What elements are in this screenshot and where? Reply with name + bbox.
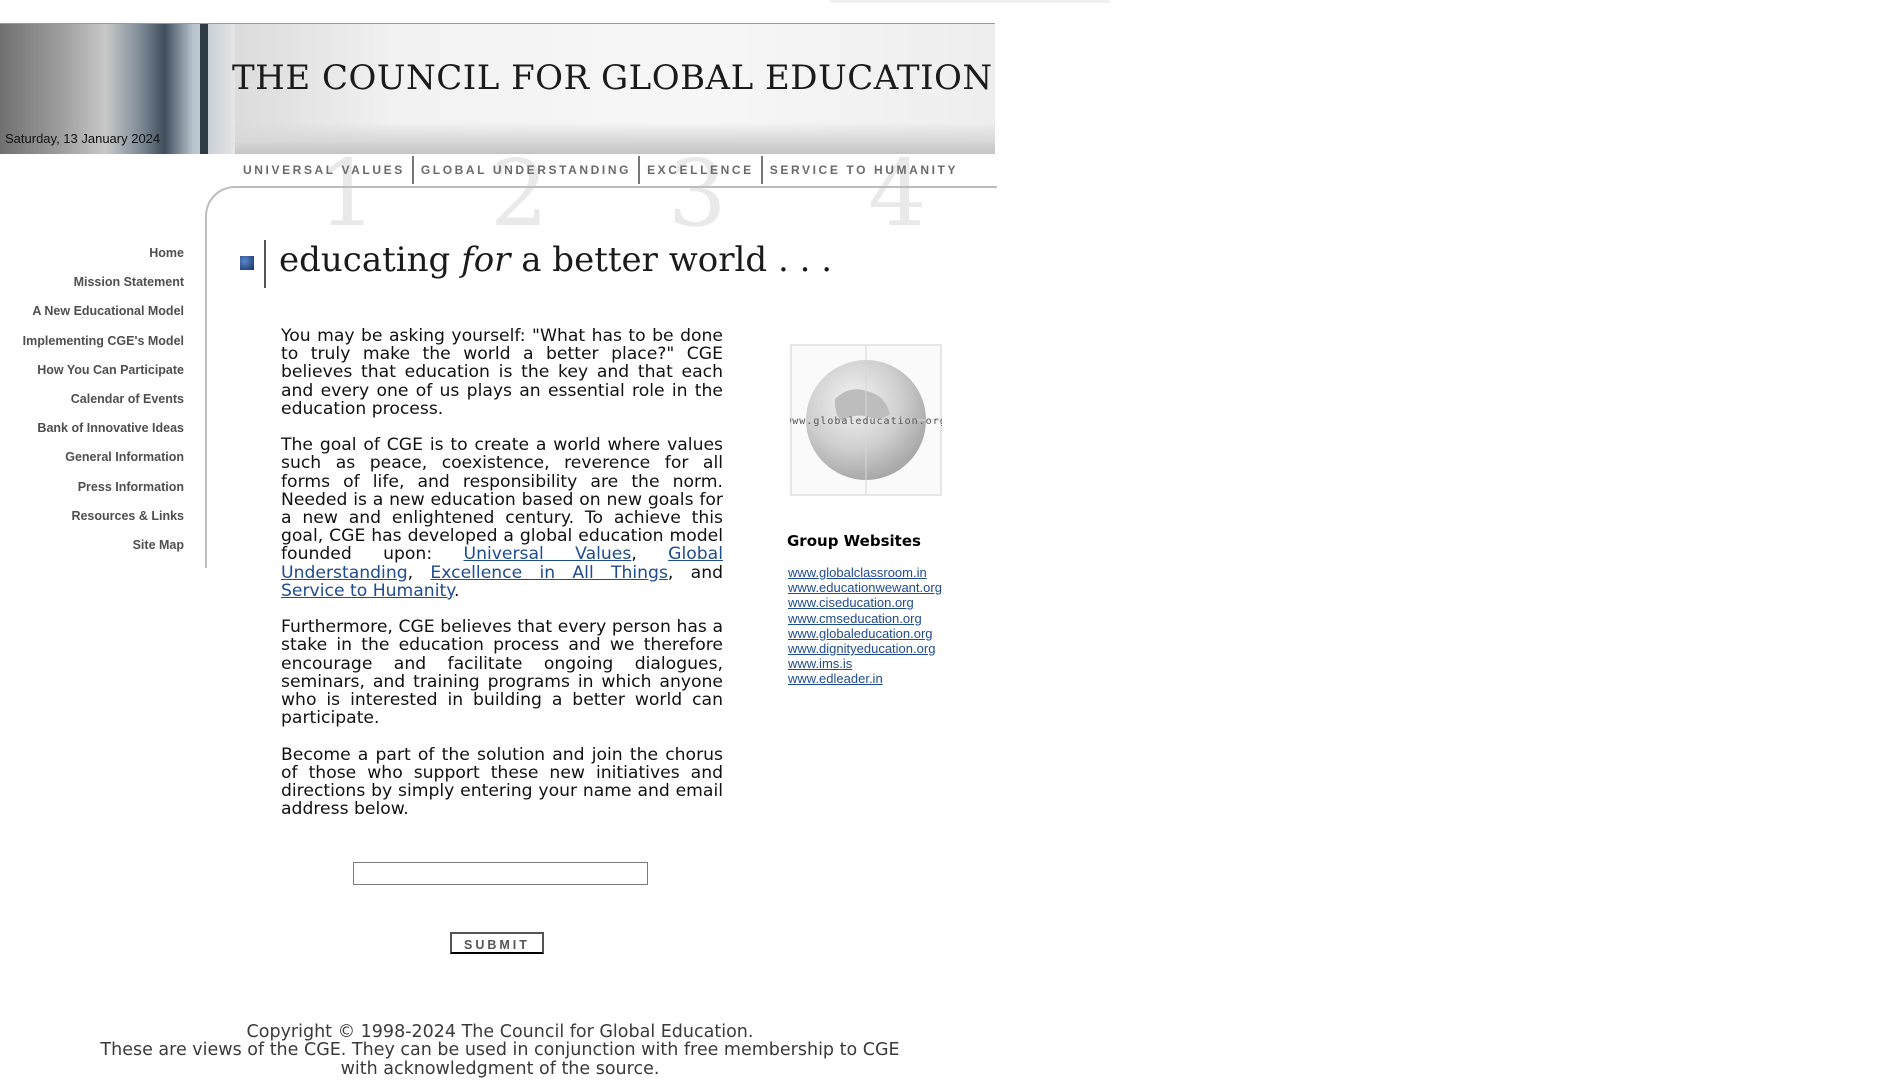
email-field[interactable] <box>353 862 648 885</box>
group-link-edleader[interactable]: www.edleader.in <box>788 671 942 686</box>
intro-paragraph: You may be asking yourself: "What has to… <box>281 326 723 419</box>
group-link-globaleducation[interactable]: www.globaleducation.org <box>788 626 942 641</box>
logo-url-text: www.globaleducation.org <box>790 416 942 427</box>
nav-item-press-information[interactable]: Press Information <box>0 477 184 506</box>
link-universal-values[interactable]: Universal Values <box>463 544 631 564</box>
main-content: You may be asking yourself: "What has to… <box>281 327 723 837</box>
footer-notice: These are views of the CGE. They can be … <box>100 1040 900 1061</box>
tagline-part2: for <box>461 240 511 280</box>
left-nav: Home Mission Statement A New Educational… <box>0 243 184 564</box>
nav-item-implementing-model[interactable]: Implementing CGE's Model <box>0 331 184 360</box>
participation-paragraph: Furthermore, CGE believes that every per… <box>281 617 723 729</box>
nav-item-bank-of-ideas[interactable]: Bank of Innovative Ideas <box>0 418 184 447</box>
group-link-dignityeducation[interactable]: www.dignityeducation.org <box>788 641 942 656</box>
goal-sep-2: , <box>407 562 431 583</box>
footer-copyright: Copyright © 1998-2024 The Council for Gl… <box>246 1022 754 1042</box>
goal-paragraph: The goal of CGE is to create a world whe… <box>281 436 723 600</box>
footer: Copyright © 1998-2024 The Council for Gl… <box>40 1023 960 1078</box>
nav-item-general-information[interactable]: General Information <box>0 447 184 476</box>
header-banner: THE COUNCIL FOR GLOBAL EDUCATION Saturda… <box>0 23 995 154</box>
value-tab-global-understanding[interactable]: GLOBAL UNDERSTANDING <box>411 156 638 184</box>
bullet-square-icon <box>240 256 254 270</box>
nav-item-new-educational-model[interactable]: A New Educational Model <box>0 301 184 330</box>
goal-sep-3: , and <box>667 562 723 583</box>
nav-item-site-map[interactable]: Site Map <box>0 535 184 564</box>
nav-item-how-you-can-participate[interactable]: How You Can Participate <box>0 360 184 389</box>
tagline-part3: a better world . . . <box>510 240 833 280</box>
site-title: THE COUNCIL FOR GLOBAL EDUCATION <box>232 58 993 98</box>
globe-logo: www.globaleducation.org <box>790 344 942 496</box>
tagline: educating for a better world . . . <box>279 240 832 280</box>
values-nav: UNIVERSAL VALUES GLOBAL UNDERSTANDING EX… <box>236 152 965 188</box>
link-service-to-humanity[interactable]: Service to Humanity <box>281 581 454 601</box>
value-tab-universal-values[interactable]: UNIVERSAL VALUES <box>236 156 412 184</box>
value-tab-excellence[interactable]: EXCELLENCE <box>638 156 761 184</box>
link-excellence[interactable]: Excellence in All Things <box>430 563 668 583</box>
group-link-ims[interactable]: www.ims.is <box>788 656 942 671</box>
group-link-educationwewant[interactable]: www.educationwewant.org <box>788 580 942 595</box>
join-paragraph: Become a part of the solution and join t… <box>281 744 723 820</box>
group-websites-list: www.globalclassroom.in www.educationwewa… <box>788 565 942 687</box>
goal-end: . <box>453 580 460 601</box>
value-tab-service-to-humanity[interactable]: SERVICE TO HUMANITY <box>760 156 965 184</box>
current-date: Saturday, 13 January 2024 <box>5 131 161 146</box>
nav-item-resources-links[interactable]: Resources & Links <box>0 506 184 535</box>
nav-item-home[interactable]: Home <box>0 243 184 272</box>
submit-button[interactable]: SUBMIT <box>450 932 544 954</box>
group-link-globalclassroom[interactable]: www.globalclassroom.in <box>788 565 942 580</box>
nav-item-mission-statement[interactable]: Mission Statement <box>0 272 184 301</box>
tagline-divider <box>264 240 266 288</box>
group-websites-heading: Group Websites <box>787 532 921 550</box>
top-decor-strip <box>830 0 1110 3</box>
footer-notice-cont: with acknowledgment of the source. <box>340 1058 660 1079</box>
nav-item-calendar-of-events[interactable]: Calendar of Events <box>0 389 184 418</box>
group-link-ciseducation[interactable]: www.ciseducation.org <box>788 595 942 610</box>
group-link-cmseducation[interactable]: www.cmseducation.org <box>788 611 942 626</box>
tagline-part1: educating <box>279 240 462 280</box>
goal-sep-1: , <box>631 544 669 565</box>
